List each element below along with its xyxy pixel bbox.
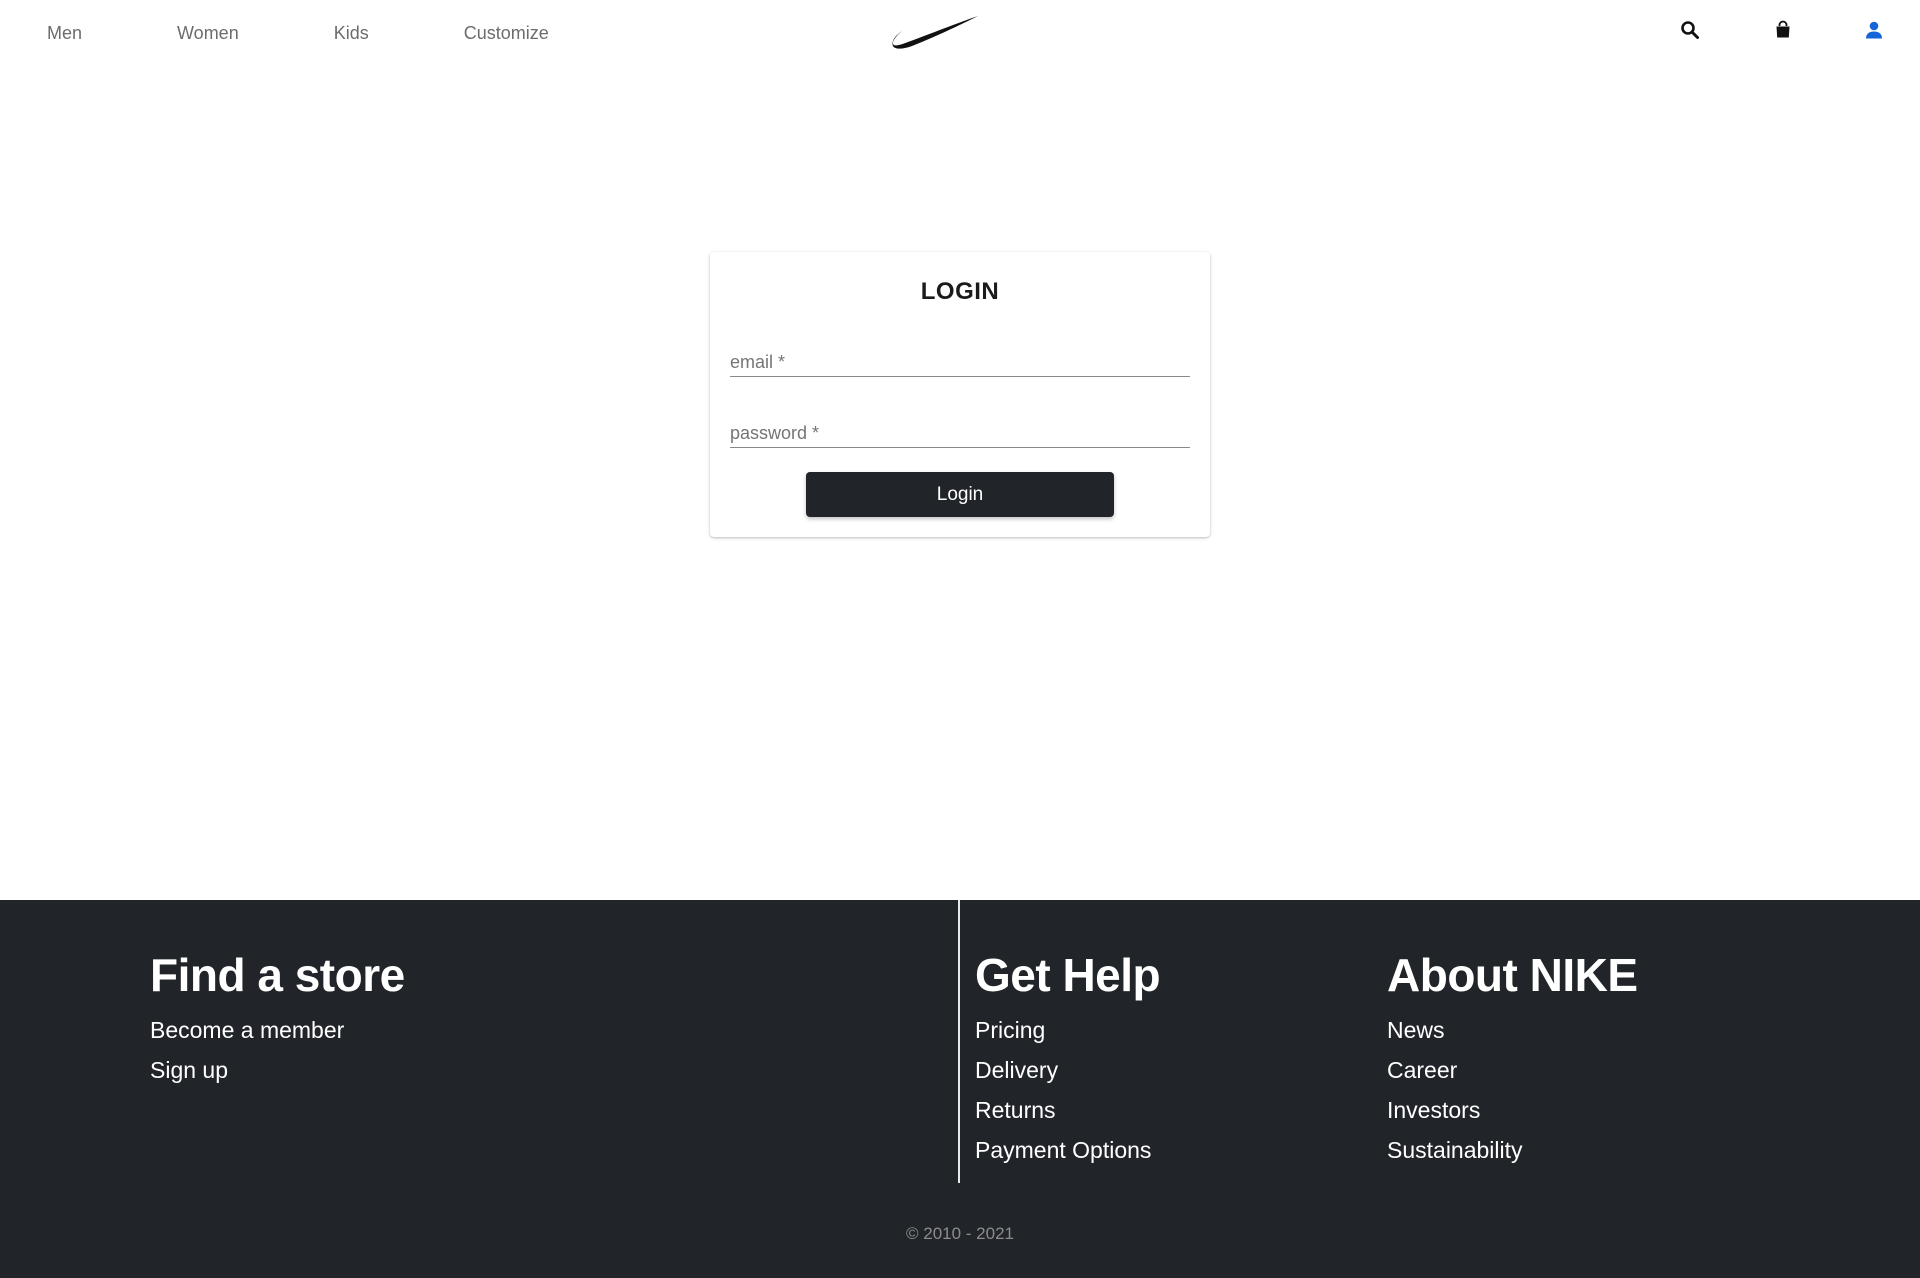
- search-icon[interactable]: [1680, 20, 1700, 40]
- copyright-text: © 2010 - 2021: [906, 1224, 1014, 1243]
- footer-column-about: About NIKE News Career Investors Sustain…: [1387, 948, 1638, 1170]
- become-member-link[interactable]: Become a member: [150, 1010, 405, 1050]
- footer-column-get-help: Get Help Pricing Delivery Returns Paymen…: [975, 948, 1161, 1170]
- investors-link[interactable]: Investors: [1387, 1090, 1638, 1130]
- nike-swoosh-logo[interactable]: [890, 14, 980, 50]
- password-input[interactable]: [730, 414, 1190, 447]
- about-nike-heading: About NIKE: [1387, 949, 1638, 1001]
- returns-link[interactable]: Returns: [975, 1090, 1160, 1130]
- password-field: [730, 414, 1190, 448]
- shopping-bag-icon[interactable]: [1773, 20, 1793, 40]
- main-nav: Men Women Kids Customize: [47, 0, 644, 66]
- login-button[interactable]: Login: [806, 472, 1114, 517]
- news-link[interactable]: News: [1387, 1010, 1638, 1050]
- pricing-link[interactable]: Pricing: [975, 1010, 1160, 1050]
- sign-up-link[interactable]: Sign up: [150, 1050, 405, 1090]
- email-field: [730, 343, 1190, 377]
- footer-column-find-store: Find a store Become a member Sign up: [150, 948, 405, 1090]
- nav-link-men[interactable]: Men: [47, 23, 82, 44]
- nav-link-women[interactable]: Women: [177, 23, 239, 44]
- email-input[interactable]: [730, 343, 1190, 376]
- footer-divider: [958, 900, 960, 1183]
- delivery-link[interactable]: Delivery: [975, 1050, 1160, 1090]
- sustainability-link[interactable]: Sustainability: [1387, 1130, 1638, 1170]
- payment-options-link[interactable]: Payment Options: [975, 1130, 1160, 1170]
- site-footer: Find a store Become a member Sign up Get…: [0, 900, 1920, 1278]
- find-store-heading[interactable]: Find a store: [150, 948, 405, 1002]
- site-header: Men Women Kids Customize: [0, 0, 1920, 66]
- user-icon[interactable]: [1864, 20, 1884, 40]
- career-link[interactable]: Career: [1387, 1050, 1638, 1090]
- get-help-heading: Get Help: [975, 949, 1161, 1001]
- login-card: LOGIN Login: [710, 252, 1210, 537]
- nav-link-kids[interactable]: Kids: [334, 23, 369, 44]
- login-title: LOGIN: [920, 278, 1000, 305]
- nav-link-customize[interactable]: Customize: [464, 23, 549, 44]
